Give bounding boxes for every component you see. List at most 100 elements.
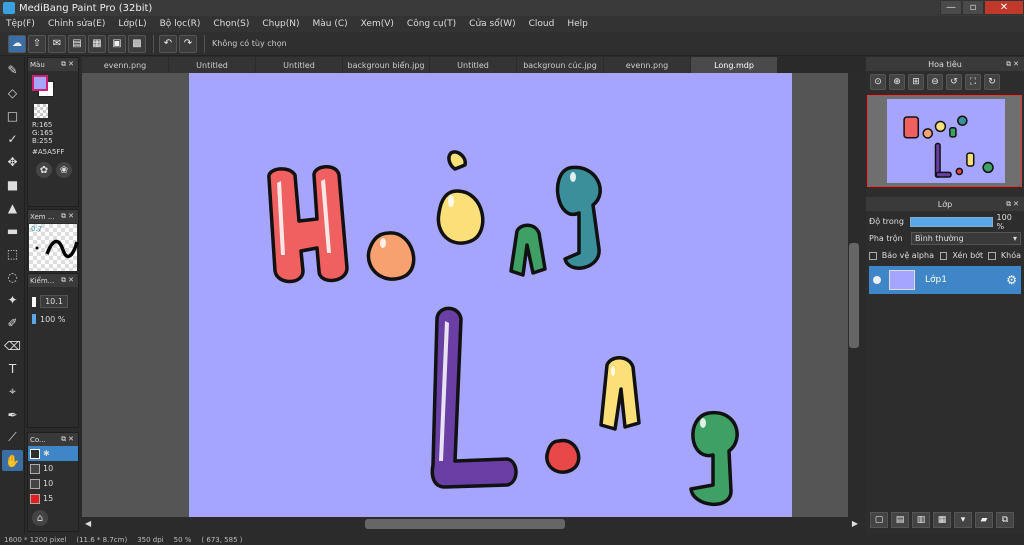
menu-snap[interactable]: Chụp(N) <box>262 19 299 29</box>
menu-help[interactable]: Help <box>567 19 588 29</box>
new-8bit-layer-icon[interactable]: ▥ <box>912 512 930 528</box>
palette-icon[interactable]: ✿ <box>36 162 52 178</box>
horizontal-scrollbar[interactable]: ◀ ▶ <box>82 517 861 531</box>
bucket-tool-icon[interactable]: ▲ <box>2 197 23 218</box>
brush-opacity-value[interactable]: 100 % <box>40 315 65 324</box>
new-halftone-layer-icon[interactable]: ▤ <box>891 512 909 528</box>
zoom-in-icon[interactable]: ⊕ <box>889 74 905 90</box>
layer-row[interactable]: Lớp1 ⚙ <box>869 266 1021 294</box>
vertical-scroll-thumb[interactable] <box>849 243 859 348</box>
horizontal-scroll-thumb[interactable] <box>365 519 565 529</box>
lock-checkbox[interactable] <box>988 251 996 260</box>
tab-document[interactable]: Untitled <box>256 57 342 73</box>
menu-cloud[interactable]: Cloud <box>529 19 555 29</box>
layer-visibility-icon[interactable] <box>873 276 881 284</box>
rotate-left-icon[interactable]: ↺ <box>946 74 962 90</box>
navigator-view-frame[interactable] <box>867 95 1022 187</box>
panel-controls-icon[interactable]: ⧉✕ <box>1006 60 1021 69</box>
undo-icon[interactable]: ↶ <box>159 34 177 53</box>
window-title: MediBang Paint Pro (32bit) <box>19 2 153 14</box>
vertical-scrollbar[interactable] <box>848 73 861 517</box>
brush-list-item[interactable]: ✱ <box>28 446 78 461</box>
protect-alpha-checkbox[interactable] <box>869 251 877 260</box>
tab-document[interactable]: evenn.png <box>604 57 690 73</box>
fullscreen-icon[interactable]: ⛶ <box>965 74 981 90</box>
fit-window-icon[interactable]: ⊞ <box>908 74 924 90</box>
menu-window[interactable]: Cửa sổ(W) <box>469 19 515 29</box>
tab-document[interactable]: evenn.png <box>82 57 168 73</box>
drawing-canvas[interactable] <box>189 73 792 517</box>
tab-document-active[interactable]: Long.mdp <box>691 57 777 73</box>
select-tool-icon[interactable]: ⬚ <box>2 243 23 264</box>
select-eraser-icon[interactable]: ⌫ <box>2 335 23 356</box>
eyedropper-tool-icon[interactable]: ✒ <box>2 404 23 425</box>
panel-controls-icon[interactable]: ⧉✕ <box>61 435 76 444</box>
zoom-fit-icon[interactable]: ⊙ <box>870 74 886 90</box>
document-icon[interactable]: ▦ <box>88 34 106 53</box>
color-wheel-icon[interactable]: ❀ <box>56 162 72 178</box>
new-layer-icon[interactable]: ▢ <box>870 512 888 528</box>
foreground-color-swatch[interactable] <box>32 75 48 91</box>
menu-filter[interactable]: Bộ lọc(R) <box>160 19 201 29</box>
panel-controls-icon[interactable]: ⧉✕ <box>61 276 76 285</box>
fill-rect-tool-icon[interactable]: ■ <box>2 174 23 195</box>
navigator-preview[interactable] <box>867 95 1022 187</box>
folder-icon[interactable]: ▰ <box>975 512 993 528</box>
menu-color[interactable]: Màu (C) <box>313 19 348 29</box>
brush-tool-icon[interactable]: ✎ <box>2 59 23 80</box>
brush-list-item[interactable]: 15 <box>28 491 78 506</box>
text-tool-icon[interactable]: T <box>2 358 23 379</box>
hand-tool-icon[interactable]: ✋ <box>2 450 23 471</box>
scroll-left-icon[interactable]: ◀ <box>85 519 91 528</box>
brush-list-item[interactable]: 10 <box>28 476 78 491</box>
blend-mode-select[interactable]: Bình thường ▾ <box>911 232 1021 245</box>
close-button[interactable]: ✕ <box>984 0 1024 15</box>
layer-menu-icon[interactable]: ▾ <box>954 512 972 528</box>
chat-icon[interactable]: ▤ <box>68 34 86 53</box>
new-1bit-layer-icon[interactable]: ▦ <box>933 512 951 528</box>
zoom-out-icon[interactable]: ⊖ <box>927 74 943 90</box>
menu-view[interactable]: Xem(V) <box>361 19 394 29</box>
panel-controls-icon[interactable]: ⧉✕ <box>61 212 76 221</box>
maximize-button[interactable]: ▫ <box>962 0 984 15</box>
gradient-tool-icon[interactable]: ▬ <box>2 220 23 241</box>
grid-icon[interactable]: ▩ <box>128 34 146 53</box>
select-pen-icon[interactable]: ✐ <box>2 312 23 333</box>
panel-controls-icon[interactable]: ⧉✕ <box>1006 200 1021 209</box>
canvas-area[interactable] <box>82 73 848 517</box>
rotate-right-icon[interactable]: ↻ <box>984 74 1000 90</box>
minimize-button[interactable]: — <box>940 0 962 15</box>
redo-icon[interactable]: ↷ <box>179 34 197 53</box>
layer-opacity-slider[interactable] <box>909 216 993 227</box>
rectangle-tool-icon[interactable]: □ <box>2 105 23 126</box>
move-tool-icon[interactable]: ✥ <box>2 151 23 172</box>
menu-edit[interactable]: Chỉnh sửa(E) <box>48 19 105 29</box>
divide-tool-icon[interactable]: ⌖ <box>2 381 23 402</box>
tab-document[interactable]: backgroun cúc.jpg <box>517 57 603 73</box>
transparent-color-swatch[interactable] <box>34 104 48 118</box>
share-icon[interactable]: ⇧ <box>28 34 46 53</box>
brush-list-item[interactable]: 10 <box>28 461 78 476</box>
lasso-tool-icon[interactable]: ◌ <box>2 266 23 287</box>
gear-icon[interactable]: ⚙ <box>1006 273 1017 287</box>
scroll-right-icon[interactable]: ▶ <box>852 519 858 528</box>
menu-file[interactable]: Tệp(F) <box>6 19 35 29</box>
clipping-checkbox[interactable] <box>939 251 948 260</box>
panel-controls-icon[interactable]: ⧉✕ <box>61 60 76 69</box>
add-brush-icon[interactable]: ⌂ <box>32 510 48 526</box>
menu-tools[interactable]: Công cụ(T) <box>407 19 456 29</box>
tab-document[interactable]: Untitled <box>169 57 255 73</box>
comment-icon[interactable]: ✉ <box>48 34 66 53</box>
brush-size-input[interactable]: 10.1 <box>40 295 68 308</box>
tab-document[interactable]: backgroun biển.jpg <box>343 57 429 73</box>
eraser-tool-icon[interactable]: ◇ <box>2 82 23 103</box>
panel-icon[interactable]: ▣ <box>108 34 126 53</box>
cloud-icon[interactable]: ☁ <box>8 34 26 53</box>
magic-wand-icon[interactable]: ✦ <box>2 289 23 310</box>
duplicate-layer-icon[interactable]: ⧉ <box>996 512 1014 528</box>
tab-document[interactable]: Untitled <box>430 57 516 73</box>
menu-layer[interactable]: Lớp(L) <box>118 19 146 29</box>
dot-tool-icon[interactable]: ✓ <box>2 128 23 149</box>
pen-tool-icon[interactable]: ⟋ <box>2 427 23 448</box>
menu-select[interactable]: Chọn(S) <box>213 19 249 29</box>
